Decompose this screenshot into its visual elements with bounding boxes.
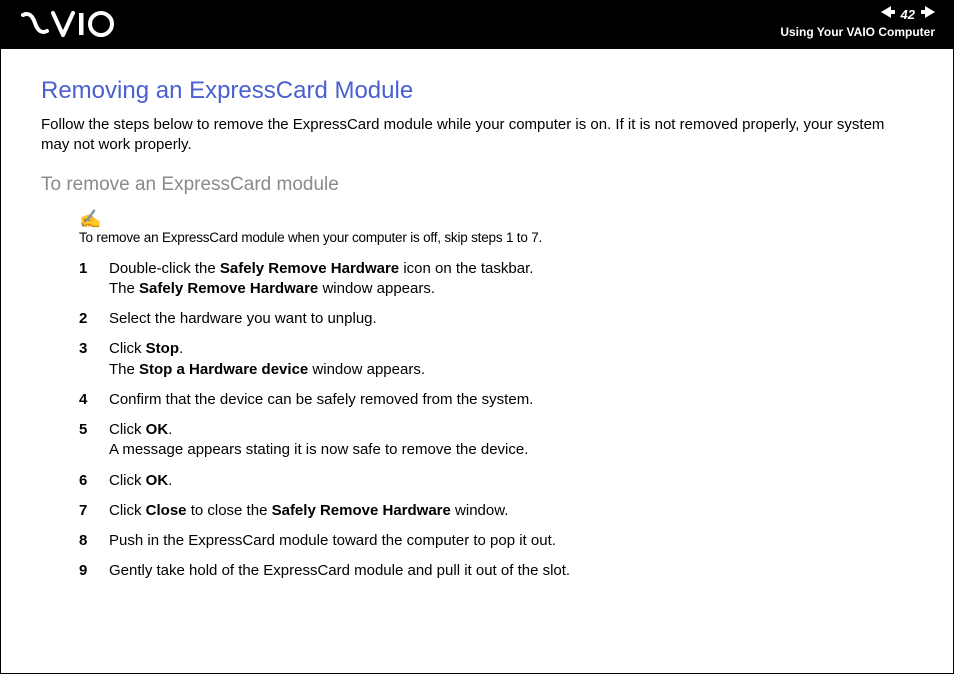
page-content: Removing an ExpressCard Module Follow th…	[1, 49, 953, 612]
step-item: Confirm that the device can be safely re…	[79, 390, 913, 410]
step-item: Gently take hold of the ExpressCard modu…	[79, 561, 913, 581]
next-page-arrow-icon[interactable]	[921, 5, 935, 23]
intro-paragraph: Follow the steps below to remove the Exp…	[41, 115, 913, 156]
step-item: Click Stop. The Stop a Hardware device w…	[79, 339, 913, 380]
step-item: Click Close to close the Safely Remove H…	[79, 501, 913, 521]
section-title: Using Your VAIO Computer	[780, 25, 935, 39]
header-nav: 42 Using Your VAIO Computer	[780, 5, 935, 39]
step-item: Push in the ExpressCard module toward th…	[79, 531, 913, 551]
note-icon: ✍	[79, 210, 913, 228]
page-number: 42	[901, 7, 915, 22]
step-item: Double-click the Safely Remove Hardware …	[79, 259, 913, 300]
prev-page-arrow-icon[interactable]	[881, 5, 895, 23]
subtitle: To remove an ExpressCard module	[41, 174, 913, 196]
step-item: Click OK.	[79, 471, 913, 491]
note-block: ✍ To remove an ExpressCard module when y…	[79, 210, 913, 245]
step-item: Click OK. A message appears stating it i…	[79, 420, 913, 461]
step-item: Select the hardware you want to unplug.	[79, 309, 913, 329]
vaio-logo	[21, 9, 121, 39]
header-bar: 42 Using Your VAIO Computer	[1, 1, 953, 49]
steps-list: Double-click the Safely Remove Hardware …	[79, 259, 913, 582]
note-text: To remove an ExpressCard module when you…	[79, 230, 913, 245]
page-title: Removing an ExpressCard Module	[41, 77, 913, 105]
